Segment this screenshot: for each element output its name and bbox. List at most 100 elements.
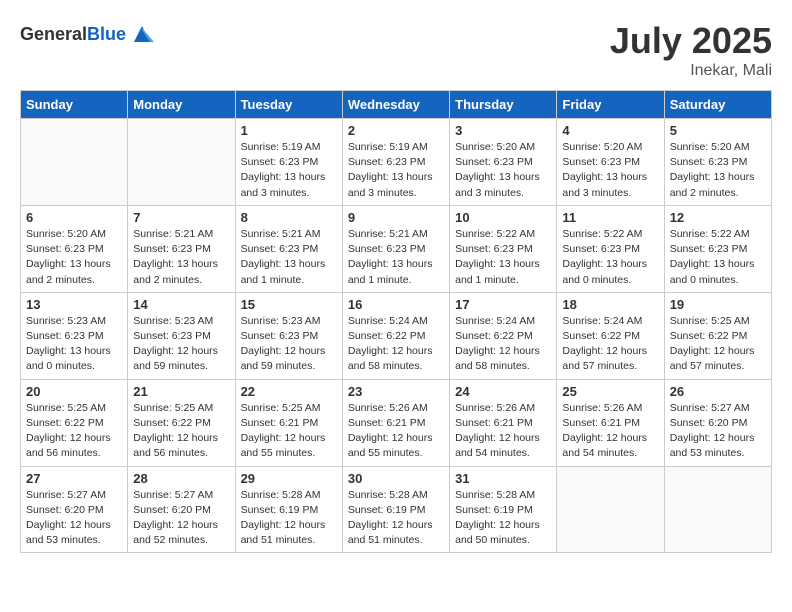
day-info: Sunrise: 5:22 AM Sunset: 6:23 PM Dayligh… (670, 227, 766, 288)
weekday-header-thursday: Thursday (450, 91, 557, 119)
weekday-header-friday: Friday (557, 91, 664, 119)
calendar-cell: 29 Sunrise: 5:28 AM Sunset: 6:19 PM Dayli… (235, 466, 342, 553)
day-number: 18 (562, 297, 658, 312)
day-info: Sunrise: 5:20 AM Sunset: 6:23 PM Dayligh… (562, 140, 658, 201)
day-info: Sunrise: 5:22 AM Sunset: 6:23 PM Dayligh… (455, 227, 551, 288)
day-number: 1 (241, 123, 337, 138)
location-title: Inekar, Mali (610, 62, 772, 80)
day-info: Sunrise: 5:24 AM Sunset: 6:22 PM Dayligh… (348, 314, 444, 375)
day-info: Sunrise: 5:19 AM Sunset: 6:23 PM Dayligh… (241, 140, 337, 201)
day-number: 19 (670, 297, 766, 312)
day-number: 23 (348, 384, 444, 399)
day-number: 9 (348, 210, 444, 225)
day-number: 7 (133, 210, 229, 225)
day-info: Sunrise: 5:22 AM Sunset: 6:23 PM Dayligh… (562, 227, 658, 288)
page-header: GeneralBlue July 2025 Inekar, Mali (20, 20, 772, 80)
week-row-3: 13 Sunrise: 5:23 AM Sunset: 6:23 PM Dayli… (21, 292, 772, 379)
calendar-cell: 6 Sunrise: 5:20 AM Sunset: 6:23 PM Daylig… (21, 205, 128, 292)
title-area: July 2025 Inekar, Mali (610, 20, 772, 80)
calendar-cell: 24 Sunrise: 5:26 AM Sunset: 6:21 PM Dayli… (450, 379, 557, 466)
calendar-cell: 3Sunrise: 5:20 AM Sunset: 6:23 PM Daylig… (450, 119, 557, 206)
calendar-cell (128, 119, 235, 206)
weekday-header-tuesday: Tuesday (235, 91, 342, 119)
day-number: 4 (562, 123, 658, 138)
calendar-cell: 18 Sunrise: 5:24 AM Sunset: 6:22 PM Dayli… (557, 292, 664, 379)
day-info: Sunrise: 5:26 AM Sunset: 6:21 PM Dayligh… (455, 401, 551, 462)
day-info: Sunrise: 5:25 AM Sunset: 6:22 PM Dayligh… (133, 401, 229, 462)
day-info: Sunrise: 5:20 AM Sunset: 6:23 PM Dayligh… (670, 140, 766, 201)
calendar-cell: 8 Sunrise: 5:21 AM Sunset: 6:23 PM Daylig… (235, 205, 342, 292)
calendar-cell: 7Sunrise: 5:21 AM Sunset: 6:23 PM Daylig… (128, 205, 235, 292)
day-info: Sunrise: 5:19 AM Sunset: 6:23 PM Dayligh… (348, 140, 444, 201)
calendar-cell: 30Sunrise: 5:28 AM Sunset: 6:19 PM Dayli… (342, 466, 449, 553)
calendar-cell: 26Sunrise: 5:27 AM Sunset: 6:20 PM Dayli… (664, 379, 771, 466)
day-info: Sunrise: 5:28 AM Sunset: 6:19 PM Dayligh… (241, 488, 337, 549)
day-number: 22 (241, 384, 337, 399)
day-number: 10 (455, 210, 551, 225)
day-info: Sunrise: 5:26 AM Sunset: 6:21 PM Dayligh… (562, 401, 658, 462)
day-info: Sunrise: 5:27 AM Sunset: 6:20 PM Dayligh… (133, 488, 229, 549)
day-info: Sunrise: 5:24 AM Sunset: 6:22 PM Dayligh… (455, 314, 551, 375)
day-number: 28 (133, 471, 229, 486)
day-info: Sunrise: 5:27 AM Sunset: 6:20 PM Dayligh… (670, 401, 766, 462)
day-number: 8 (241, 210, 337, 225)
day-info: Sunrise: 5:25 AM Sunset: 6:21 PM Dayligh… (241, 401, 337, 462)
calendar-cell: 13 Sunrise: 5:23 AM Sunset: 6:23 PM Dayli… (21, 292, 128, 379)
day-info: Sunrise: 5:28 AM Sunset: 6:19 PM Dayligh… (455, 488, 551, 549)
day-number: 12 (670, 210, 766, 225)
day-number: 29 (241, 471, 337, 486)
weekday-header-saturday: Saturday (664, 91, 771, 119)
weekday-header-wednesday: Wednesday (342, 91, 449, 119)
calendar-cell: 20 Sunrise: 5:25 AM Sunset: 6:22 PM Dayli… (21, 379, 128, 466)
day-number: 25 (562, 384, 658, 399)
day-number: 21 (133, 384, 229, 399)
day-number: 13 (26, 297, 122, 312)
calendar-cell: 14 Sunrise: 5:23 AM Sunset: 6:23 PM Dayli… (128, 292, 235, 379)
calendar-cell: 25 Sunrise: 5:26 AM Sunset: 6:21 PM Dayli… (557, 379, 664, 466)
logo: GeneralBlue (20, 20, 156, 48)
day-info: Sunrise: 5:23 AM Sunset: 6:23 PM Dayligh… (26, 314, 122, 375)
calendar-cell: 31 Sunrise: 5:28 AM Sunset: 6:19 PM Dayli… (450, 466, 557, 553)
day-number: 20 (26, 384, 122, 399)
day-number: 16 (348, 297, 444, 312)
day-info: Sunrise: 5:24 AM Sunset: 6:22 PM Dayligh… (562, 314, 658, 375)
day-info: Sunrise: 5:25 AM Sunset: 6:22 PM Dayligh… (26, 401, 122, 462)
weekday-header-monday: Monday (128, 91, 235, 119)
day-info: Sunrise: 5:20 AM Sunset: 6:23 PM Dayligh… (455, 140, 551, 201)
calendar-cell: 28 Sunrise: 5:27 AM Sunset: 6:20 PM Dayli… (128, 466, 235, 553)
day-info: Sunrise: 5:28 AM Sunset: 6:19 PM Dayligh… (348, 488, 444, 549)
day-number: 11 (562, 210, 658, 225)
logo-icon (128, 20, 156, 48)
calendar-cell: 11 Sunrise: 5:22 AM Sunset: 6:23 PM Dayli… (557, 205, 664, 292)
day-info: Sunrise: 5:25 AM Sunset: 6:22 PM Dayligh… (670, 314, 766, 375)
calendar-cell: 27Sunrise: 5:27 AM Sunset: 6:20 PM Dayli… (21, 466, 128, 553)
day-number: 6 (26, 210, 122, 225)
month-title: July 2025 (610, 20, 772, 62)
calendar-cell (21, 119, 128, 206)
logo-general: General (20, 24, 87, 44)
day-number: 14 (133, 297, 229, 312)
day-number: 15 (241, 297, 337, 312)
calendar-cell: 15 Sunrise: 5:23 AM Sunset: 6:23 PM Dayli… (235, 292, 342, 379)
day-number: 2 (348, 123, 444, 138)
day-info: Sunrise: 5:20 AM Sunset: 6:23 PM Dayligh… (26, 227, 122, 288)
calendar-cell: 22 Sunrise: 5:25 AM Sunset: 6:21 PM Dayli… (235, 379, 342, 466)
day-info: Sunrise: 5:26 AM Sunset: 6:21 PM Dayligh… (348, 401, 444, 462)
day-number: 31 (455, 471, 551, 486)
week-row-5: 27Sunrise: 5:27 AM Sunset: 6:20 PM Dayli… (21, 466, 772, 553)
day-number: 5 (670, 123, 766, 138)
calendar-cell: 1 Sunrise: 5:19 AM Sunset: 6:23 PM Daylig… (235, 119, 342, 206)
day-number: 24 (455, 384, 551, 399)
day-info: Sunrise: 5:23 AM Sunset: 6:23 PM Dayligh… (241, 314, 337, 375)
day-info: Sunrise: 5:21 AM Sunset: 6:23 PM Dayligh… (241, 227, 337, 288)
calendar-cell (664, 466, 771, 553)
calendar-cell: 10 Sunrise: 5:22 AM Sunset: 6:23 PM Dayli… (450, 205, 557, 292)
calendar-cell: 16 Sunrise: 5:24 AM Sunset: 6:22 PM Dayli… (342, 292, 449, 379)
calendar-cell: 4 Sunrise: 5:20 AM Sunset: 6:23 PM Daylig… (557, 119, 664, 206)
day-info: Sunrise: 5:21 AM Sunset: 6:23 PM Dayligh… (348, 227, 444, 288)
calendar-cell: 19 Sunrise: 5:25 AM Sunset: 6:22 PM Dayli… (664, 292, 771, 379)
day-info: Sunrise: 5:23 AM Sunset: 6:23 PM Dayligh… (133, 314, 229, 375)
calendar-cell: 9 Sunrise: 5:21 AM Sunset: 6:23 PM Daylig… (342, 205, 449, 292)
logo-blue: Blue (87, 24, 126, 44)
day-number: 17 (455, 297, 551, 312)
